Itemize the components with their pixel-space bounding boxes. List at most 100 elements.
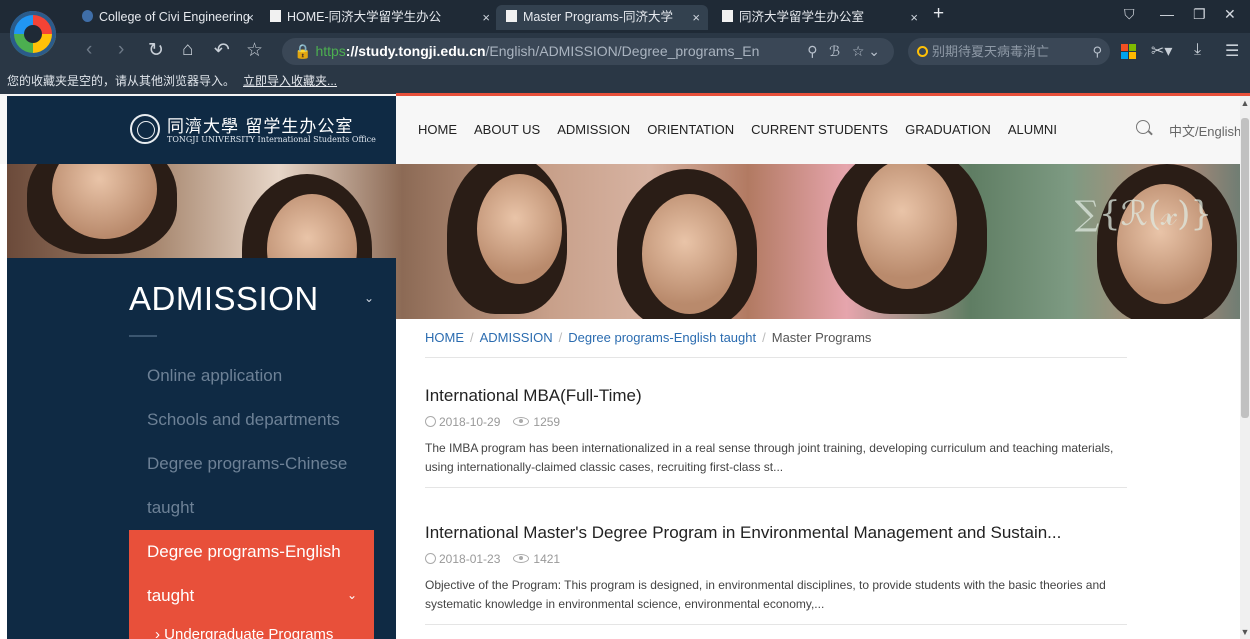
undo-icon[interactable]: ↶ — [214, 39, 230, 62]
sidebar-item-schools[interactable]: Schools and departments — [147, 410, 340, 430]
page-icon — [506, 10, 517, 22]
tab-home-office[interactable]: HOME-同济大学留学生办公 × — [270, 5, 490, 30]
chevron-down-icon[interactable]: ⌄ — [364, 291, 374, 305]
back-icon[interactable]: ‹ — [86, 39, 92, 61]
logo-chinese-text: 同濟大學 留学生办公室 — [167, 117, 354, 137]
article-meta: 2018-01-23 1421 — [425, 552, 1127, 566]
nav-orientation[interactable]: ORIENTATION — [647, 122, 734, 137]
chevron-down-icon[interactable]: ⌄ — [868, 43, 880, 59]
breadcrumb: HOME / ADMISSION / Degree programs-English t… — [425, 330, 872, 345]
nav-graduation[interactable]: GRADUATION — [905, 122, 991, 137]
url-scheme: https — [315, 43, 346, 59]
search-placeholder: 别期待夏天病毒消亡 — [932, 44, 1050, 59]
breadcrumb-admission[interactable]: ADMISSION — [480, 330, 553, 345]
close-window-button[interactable]: ✕ — [1224, 6, 1236, 23]
close-tab-icon[interactable]: × — [910, 5, 918, 30]
sidebar-active-label: Degree programs-English — [147, 542, 341, 561]
globe-icon — [82, 10, 93, 22]
forward-icon[interactable]: › — [118, 39, 124, 61]
search-icon[interactable]: ⚲ — [1092, 38, 1102, 65]
sidebar-item-chinese-taught[interactable]: Degree programs-Chinese — [147, 454, 347, 474]
scroll-down-icon[interactable]: ▼ — [1240, 627, 1250, 637]
nav-current-students[interactable]: CURRENT STUDENTS — [751, 122, 888, 137]
close-tab-icon[interactable]: × — [246, 5, 254, 30]
divider — [425, 624, 1127, 625]
tab-master-programs[interactable]: Master Programs-同济大学 × — [496, 5, 708, 30]
reload-icon[interactable]: ↻ — [148, 39, 164, 62]
article-title[interactable]: International Master's Degree Program in… — [425, 523, 1127, 543]
bookmark-star-icon[interactable]: ☆ — [246, 39, 263, 62]
apps-icon[interactable] — [1121, 44, 1136, 59]
webpage: 同濟大學 留学生办公室 TONGJI UNIVERSITY Internatio… — [0, 96, 1250, 639]
nav-home[interactable]: HOME — [418, 122, 457, 137]
page-icon — [722, 10, 733, 22]
divider — [129, 335, 157, 337]
restore-button[interactable]: ❐ — [1193, 6, 1206, 23]
sidebar: ADMISSION ⌄ Online application Schools a… — [7, 258, 396, 639]
article-summary: Objective of the Program: This program i… — [425, 578, 1106, 611]
url-tools: ⚲ ℬ ☆ ⌄ — [807, 38, 880, 65]
search-input[interactable]: 别期待夏天病毒消亡 ⚲ — [908, 38, 1110, 65]
page-scrollbar[interactable]: ▲ ▼ — [1240, 96, 1250, 639]
sidebar-active-label-cont: taught — [147, 586, 195, 605]
main-nav: HOME ABOUT US ADMISSION ORIENTATION CURR… — [418, 122, 1057, 137]
address-toolbar: ‹ › ↻ ⌂ ↶ ☆ 🔒 https://study.tongji.edu.cn… — [0, 33, 1250, 70]
logo-english-text: TONGJI UNIVERSITY International Students… — [167, 135, 376, 144]
chevron-down-icon[interactable]: ⌄ — [347, 588, 357, 602]
download-icon[interactable]: ⤓ — [1194, 41, 1201, 59]
site-logo[interactable]: 同濟大學 留学生办公室 TONGJI UNIVERSITY Internatio… — [7, 96, 396, 164]
sidebar-item-english-taught[interactable]: Degree programs-English taught ⌄ › Under… — [129, 530, 374, 639]
scrollbar-thumb[interactable] — [1241, 118, 1249, 418]
favorite-icon[interactable]: ☆ — [852, 43, 865, 59]
page-icon — [270, 10, 281, 22]
browser-logo-icon[interactable] — [10, 11, 56, 57]
url-bar[interactable]: 🔒 https://study.tongji.edu.cn/English/ADM… — [282, 38, 894, 65]
nav-alumni[interactable]: ALUMNI — [1008, 122, 1057, 137]
university-seal-icon — [130, 114, 160, 144]
minimize-button[interactable]: — — [1160, 6, 1174, 22]
tab-label: 同济大学留学生办公室 — [739, 10, 865, 24]
language-switch[interactable]: 中文/English — [1169, 121, 1241, 140]
breadcrumb-english-taught[interactable]: Degree programs-English taught — [568, 330, 756, 345]
bookmark-bar: 您的收藏夹是空的，请从其他浏览器导入。 立即导入收藏夹... — [0, 70, 1250, 94]
sidebar-title: ADMISSION — [129, 280, 319, 317]
skin-icon[interactable]: ⛉ — [1124, 6, 1135, 23]
url-path: /English/ADMISSION/Degree_programs_En — [485, 43, 760, 59]
breadcrumb-current: Master Programs — [771, 330, 872, 345]
breadcrumb-home[interactable]: HOME — [425, 330, 464, 345]
nav-about-us[interactable]: ABOUT US — [474, 122, 540, 137]
home-icon[interactable]: ⌂ — [182, 39, 193, 61]
import-bookmarks-link[interactable]: 立即导入收藏夹... — [243, 74, 337, 88]
tab-label: Master Programs-同济大学 — [523, 10, 674, 24]
divider — [425, 487, 1127, 488]
site-search-icon[interactable] — [1136, 120, 1150, 134]
divider — [425, 357, 1127, 358]
close-tab-icon[interactable]: × — [692, 5, 700, 30]
nav-admission[interactable]: ADMISSION — [557, 122, 630, 137]
browser-tab-bar: College of Civi Engineering × HOME-同济大学留… — [0, 0, 1250, 33]
clock-icon — [425, 416, 436, 427]
article-meta: 2018-10-29 1259 — [425, 415, 1127, 429]
sidebar-subitem-undergraduate[interactable]: › Undergraduate Programs — [155, 626, 333, 639]
zoom-icon[interactable]: ⚲ — [807, 43, 817, 59]
search-engine-icon — [917, 46, 928, 57]
reader-icon[interactable]: ℬ — [829, 43, 840, 59]
list-item: International MBA(Full-Time) 2018-10-29 1… — [425, 386, 1127, 488]
tab-label: College of Civi Engineering — [99, 10, 250, 24]
eye-icon — [513, 417, 530, 426]
lock-icon: 🔒 — [294, 43, 312, 59]
article-title[interactable]: International MBA(Full-Time) — [425, 386, 1127, 406]
list-item: International Master's Degree Program in… — [425, 523, 1127, 625]
site-header: 同濟大學 留学生办公室 TONGJI UNIVERSITY Internatio… — [0, 96, 1250, 164]
scissors-icon[interactable]: ✂▾ — [1151, 41, 1172, 61]
sidebar-item-online-application[interactable]: Online application — [147, 366, 282, 386]
tab-civil-engineering[interactable]: College of Civi Engineering × — [82, 5, 254, 30]
scroll-up-icon[interactable]: ▲ — [1240, 98, 1250, 108]
article-summary: The IMBA program has been internationali… — [425, 441, 1114, 474]
close-tab-icon[interactable]: × — [482, 5, 490, 30]
bookmark-empty-text: 您的收藏夹是空的，请从其他浏览器导入。 — [7, 74, 236, 88]
tab-intl-office[interactable]: 同济大学留学生办公室 × — [722, 5, 918, 30]
menu-icon[interactable]: ☰ — [1225, 41, 1239, 61]
new-tab-button[interactable]: + — [933, 3, 944, 25]
sidebar-item-chinese-taught-cont[interactable]: taught — [147, 498, 194, 518]
